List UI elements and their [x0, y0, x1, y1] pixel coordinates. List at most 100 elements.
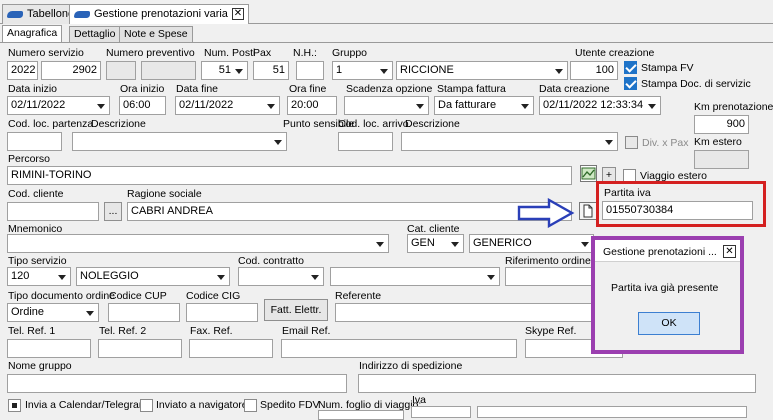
indirizzo-spedizione-label: Indirizzo di spedizione [359, 360, 463, 372]
nh-label: N.H.: [293, 47, 317, 59]
codice-cup-field[interactable] [108, 303, 180, 322]
nome-gruppo-label: Nome gruppo [8, 360, 72, 372]
tel-ref-2-field[interactable] [98, 339, 182, 358]
numero-servizio-label: Numero servizio [8, 47, 84, 59]
fax-ref-label: Fax. Ref. [190, 325, 233, 337]
cod-loc-partenza-label: Cod. loc. partenza [8, 118, 94, 130]
cod-contratto-name-select[interactable] [330, 267, 500, 286]
inviato-navigatore-label: Inviato a navigatore [156, 399, 248, 411]
inviato-navigatore-checkbox[interactable] [140, 399, 153, 412]
cod-cliente-label: Cod. cliente [8, 188, 64, 200]
stampa-fv-label: Stampa FV [641, 62, 694, 74]
search-cliente-button[interactable]: ... [104, 202, 122, 221]
km-prenotazione-field[interactable]: 900 [694, 115, 749, 134]
tab-dettaglio[interactable]: Dettaglio [69, 26, 121, 42]
codice-cig-field[interactable] [186, 303, 258, 322]
gruppo-name-select[interactable]: RICCIONE [396, 61, 568, 80]
descrizione-arrivo-label: Descrizione [405, 118, 460, 130]
data-inizio-label: Data inizio [8, 83, 58, 95]
fax-ref-field[interactable] [189, 339, 273, 358]
data-inizio-picker[interactable]: 02/11/2022 [7, 96, 110, 115]
invia-calendar-checkbox[interactable] [8, 399, 21, 412]
scadenza-opzione-picker[interactable] [344, 96, 429, 115]
data-fine-label: Data fine [176, 83, 219, 95]
data-creazione-label: Data creazione [539, 83, 610, 95]
utente-creazione-label: Utente creazione [575, 47, 655, 59]
stampa-fv-checkbox[interactable] [624, 61, 637, 74]
bus-icon [7, 11, 23, 18]
num-posti-label: Num. Posti [204, 47, 256, 59]
email-ref-field[interactable] [281, 339, 517, 358]
num-posti-select[interactable]: 51 [201, 61, 248, 80]
percorso-label: Percorso [8, 153, 51, 165]
data-fine-picker[interactable]: 02/11/2022 [175, 96, 280, 115]
bus-icon [74, 11, 90, 18]
partita-iva-field[interactable]: 01550730384 [602, 201, 753, 220]
cat-cliente-code-select[interactable]: GEN [407, 234, 464, 253]
tipo-documento-label: Tipo documento ordine [8, 290, 116, 302]
descrizione-arrivo-select[interactable] [401, 132, 618, 151]
iva-desc-field[interactable] [477, 406, 747, 418]
riferimento-ordine-field[interactable] [505, 267, 595, 286]
dialog-close-icon[interactable]: ✕ [723, 245, 736, 258]
cod-loc-arrivo-label: Cod. loc. arrivo [338, 118, 409, 130]
nome-gruppo-field[interactable] [7, 374, 347, 393]
stampa-doc-checkbox[interactable] [624, 77, 637, 90]
pax-field[interactable]: 51 [253, 61, 289, 80]
tel-ref-1-label: Tel. Ref. 1 [8, 325, 56, 337]
ora-inizio-field[interactable]: 06:00 [119, 96, 166, 115]
ora-inizio-label: Ora inizio [120, 83, 165, 95]
cod-loc-partenza-field[interactable] [7, 132, 62, 151]
num-foglio-field[interactable] [318, 410, 404, 420]
iva-code-field[interactable] [411, 406, 471, 418]
cat-cliente-name-select[interactable]: GENERICO [469, 234, 594, 253]
numero-servizio-anno-field[interactable]: 2022 [7, 61, 38, 80]
dialog-title: Gestione prenotazioni ... [603, 246, 717, 258]
pax-label: Pax [253, 47, 272, 59]
ora-fine-field[interactable]: 20:00 [287, 96, 337, 115]
tipo-documento-select[interactable]: Ordine [7, 303, 99, 322]
percorso-field[interactable]: RIMINI-TORINO [7, 166, 572, 185]
tab-anagrafica[interactable]: Anagrafica [2, 25, 63, 42]
tab-gestione-prenotazioni[interactable]: Gestione prenotazioni varia ✕ [69, 4, 249, 24]
descrizione-partenza-select[interactable] [72, 132, 287, 151]
stampa-fattura-select[interactable]: Da fatturare [434, 96, 534, 115]
tipo-servizio-name-select[interactable]: NOLEGGIO [76, 267, 230, 286]
km-estero-field [694, 150, 749, 169]
scadenza-opzione-label: Scadenza opzione [346, 83, 433, 95]
tipo-servizio-code-select[interactable]: 120 [7, 267, 71, 286]
fatt-elettr-button[interactable]: Fatt. Elettr. [264, 299, 328, 321]
numero-servizio-field[interactable]: 2902 [41, 61, 101, 80]
nh-field[interactable] [296, 61, 324, 80]
indirizzo-spedizione-field[interactable] [358, 374, 756, 393]
ragione-sociale-field[interactable]: CABRI ANDREA [127, 202, 572, 221]
cod-loc-arrivo-field[interactable] [338, 132, 393, 151]
div-pax-checkbox[interactable] [625, 136, 638, 149]
partita-iva-label: Partita iva [604, 187, 651, 199]
gruppo-code-select[interactable]: 1 [332, 61, 393, 80]
utente-creazione-field[interactable]: 100 [570, 61, 618, 80]
tel-ref-2-label: Tel. Ref. 2 [99, 325, 147, 337]
close-tab-icon[interactable]: ✕ [231, 8, 244, 21]
tab-note-spese[interactable]: Note e Spese [119, 26, 193, 42]
cod-cliente-field[interactable] [7, 202, 99, 221]
skype-ref-label: Skype Ref. [525, 325, 577, 337]
tel-ref-1-field[interactable] [7, 339, 91, 358]
data-creazione-picker[interactable]: 02/11/2022 12:33:34 [539, 96, 661, 115]
spedito-fdv-checkbox[interactable] [244, 399, 257, 412]
stampa-fattura-label: Stampa fattura [437, 83, 506, 95]
tab-tabellone[interactable]: Tabellone [2, 4, 80, 24]
email-ref-label: Email Ref. [282, 325, 331, 337]
ok-button[interactable]: OK [638, 312, 700, 335]
document-icon[interactable] [579, 202, 597, 220]
referente-field[interactable] [335, 303, 595, 322]
arrow-icon [517, 198, 575, 228]
numero-preventivo-label: Numero preventivo [106, 47, 195, 59]
descrizione-partenza-label: Descrizione [91, 118, 146, 130]
numero-preventivo-field [141, 61, 196, 80]
cod-contratto-code-select[interactable] [238, 267, 324, 286]
mnemonico-select[interactable] [7, 234, 389, 253]
map-icon[interactable] [580, 165, 597, 182]
dialog-message: Partita iva già presente [611, 282, 719, 294]
window-tab-bar: Tabellone Gestione prenotazioni varia ✕ [0, 0, 773, 24]
